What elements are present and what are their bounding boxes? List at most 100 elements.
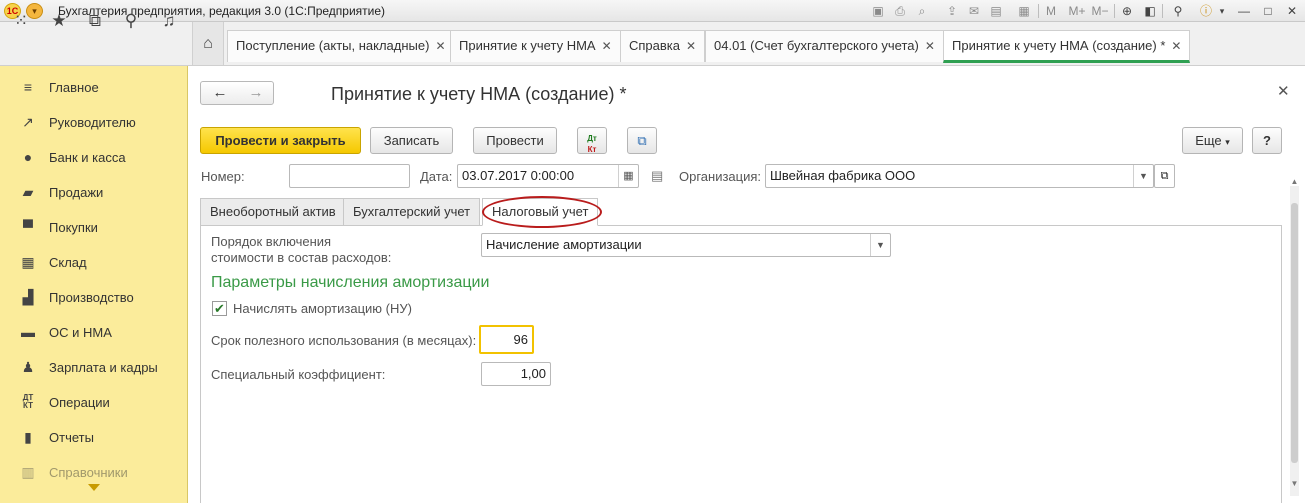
- charge-amortization-checkbox[interactable]: ✔: [212, 301, 227, 316]
- tab-noncurrent-asset[interactable]: Внеоборотный актив: [200, 198, 346, 226]
- structure-icon[interactable]: ⧉: [627, 127, 657, 154]
- save-icon[interactable]: ▣: [870, 3, 886, 19]
- tools-icon[interactable]: ⚲: [1170, 3, 1186, 19]
- close-tab-icon[interactable]: ✕: [686, 39, 696, 53]
- scroll-down-icon[interactable]: ▼: [1289, 480, 1300, 488]
- mail-icon[interactable]: ✉: [966, 3, 982, 19]
- print-icon[interactable]: ⎙: [892, 3, 908, 19]
- preview-icon[interactable]: ⌕: [914, 3, 930, 19]
- close-window-icon[interactable]: ✕: [1284, 3, 1300, 19]
- history-icon[interactable]: ⧉: [84, 10, 106, 32]
- apps-grid-icon[interactable]: ⁙: [10, 10, 32, 32]
- close-tab-icon[interactable]: ✕: [1171, 39, 1181, 53]
- post-button[interactable]: Провести: [473, 127, 557, 154]
- help-button[interactable]: ?: [1252, 127, 1282, 154]
- memory-minus-icon[interactable]: M−: [1090, 3, 1110, 19]
- tab-accounting[interactable]: Бухгалтерский учет: [343, 198, 481, 226]
- memory-m-icon[interactable]: M: [1044, 3, 1058, 19]
- close-tab-icon[interactable]: ✕: [435, 39, 445, 53]
- kt-label: Кт: [587, 145, 597, 154]
- home-icon[interactable]: ⌂: [192, 22, 224, 65]
- dt-kt-movements-button[interactable]: Дт Кт: [577, 127, 607, 154]
- highlight-ellipse: [482, 196, 602, 228]
- more-button[interactable]: Еще ▾: [1182, 127, 1243, 154]
- sidebar-item-main[interactable]: ≡ Главное: [0, 70, 188, 105]
- sidebar-scroll-down-icon[interactable]: [88, 484, 100, 491]
- post-and-close-button[interactable]: Провести и закрыть: [200, 127, 361, 154]
- sidebar-item-purchases[interactable]: ▀ Покупки: [0, 210, 188, 245]
- toolbar-separator: [1038, 4, 1039, 18]
- tab-label: Принятие к учету НМА (создание) *: [952, 38, 1166, 53]
- memory-plus-icon[interactable]: M+: [1066, 3, 1088, 19]
- chevron-down-icon[interactable]: ▼: [1133, 165, 1153, 187]
- export-excel-icon[interactable]: ▤: [988, 3, 1004, 19]
- maximize-icon[interactable]: □: [1260, 3, 1276, 19]
- notifications-bell-icon[interactable]: ♫: [158, 10, 180, 32]
- sidebar-item-assets[interactable]: ▬ ОС и НМА: [0, 315, 188, 350]
- sidebar-item-label: Справочники: [49, 465, 128, 480]
- bar-chart-icon: ▮: [24, 429, 32, 445]
- navigation-buttons: ← →: [200, 81, 274, 105]
- info-dropdown-icon[interactable]: ▾: [1214, 3, 1230, 19]
- favorites-star-icon[interactable]: ★: [48, 10, 70, 32]
- scroll-up-icon[interactable]: ▲: [1289, 178, 1300, 186]
- tab-postuplenie[interactable]: Поступление (акты, накладные) ✕: [227, 30, 455, 62]
- calendar-icon[interactable]: ▦: [1016, 3, 1032, 19]
- minimize-icon[interactable]: —: [1236, 3, 1252, 19]
- zoom-icon[interactable]: ⊕: [1119, 3, 1135, 19]
- dt-label: Дт: [587, 134, 597, 143]
- expense-order-label-line2: стоимости в состав расходов:: [211, 250, 392, 265]
- save-button[interactable]: Записать: [370, 127, 453, 154]
- date-label: Дата:: [420, 169, 453, 184]
- basket-icon: ▀: [23, 219, 33, 235]
- expense-order-select[interactable]: Начисление амортизации ▼: [481, 233, 891, 257]
- special-coefficient-input[interactable]: 1,00: [481, 362, 551, 386]
- sidebar-item-bank[interactable]: ● Банк и касса: [0, 140, 188, 175]
- sidebar-item-production[interactable]: ▟ Производство: [0, 280, 188, 315]
- number-label: Номер:: [201, 169, 245, 184]
- forward-arrow-icon[interactable]: →: [238, 83, 274, 103]
- back-arrow-icon[interactable]: ←: [202, 83, 238, 103]
- useful-life-label: Срок полезного использования (в месяцах)…: [211, 333, 477, 348]
- tab-account-0401[interactable]: 04.01 (Счет бухгалтерского учета) ✕: [705, 30, 944, 62]
- useful-life-input[interactable]: 96: [479, 325, 534, 354]
- truck-icon: ▬: [21, 324, 35, 340]
- charge-amortization-label: Начислять амортизацию (НУ): [233, 301, 412, 316]
- info-icon[interactable]: ⓘ: [1198, 3, 1214, 19]
- sidebar-item-warehouse[interactable]: ▦ Склад: [0, 245, 188, 280]
- sidebar-item-label: Банк и касса: [49, 150, 126, 165]
- toolbar-separator: [1114, 4, 1115, 18]
- sidebar-item-sales[interactable]: ▰ Продажи: [0, 175, 188, 210]
- tab-label: Принятие к учету НМА: [459, 38, 596, 53]
- scrollbar-thumb[interactable]: [1291, 203, 1298, 463]
- open-organization-icon[interactable]: ⧉: [1154, 164, 1175, 188]
- tab-label: Поступление (акты, накладные): [236, 38, 430, 53]
- sidebar-item-reports[interactable]: ▮ Отчеты: [0, 420, 188, 455]
- person-icon: ♟: [21, 359, 35, 375]
- chevron-down-icon[interactable]: ▼: [870, 234, 890, 256]
- date-field[interactable]: 03.07.2017 0:00:00 ▦: [457, 164, 639, 188]
- sidebar-item-label: Покупки: [49, 220, 98, 235]
- sidebar-item-label: Главное: [49, 80, 99, 95]
- factory-icon: ▟: [22, 289, 34, 305]
- close-form-icon[interactable]: ✕: [1277, 82, 1290, 100]
- sidebar-item-manager[interactable]: ↗ Руководителю: [0, 105, 188, 140]
- sidebar-item-label: Отчеты: [49, 430, 94, 445]
- tab-nma-create[interactable]: Принятие к учету НМА (создание) * ✕: [943, 30, 1191, 63]
- tab-label: 04.01 (Счет бухгалтерского учета): [714, 38, 919, 53]
- comment-icon[interactable]: ▤: [651, 168, 663, 184]
- search-icon[interactable]: ⚲: [120, 10, 142, 32]
- organization-field[interactable]: Швейная фабрика ООО ▼: [765, 164, 1154, 188]
- number-field[interactable]: [289, 164, 410, 188]
- calendar-icon[interactable]: ▦: [618, 165, 638, 187]
- coin-icon: ●: [23, 149, 33, 165]
- tab-spravka[interactable]: Справка ✕: [620, 30, 706, 62]
- sidebar-item-salary[interactable]: ♟ Зарплата и кадры: [0, 350, 188, 385]
- panel-icon[interactable]: ◧: [1142, 3, 1158, 19]
- tab-nma-list[interactable]: Принятие к учету НМА ✕: [450, 30, 621, 62]
- sidebar-item-operations[interactable]: ДТ КТ Операции: [0, 385, 188, 420]
- close-tab-icon[interactable]: ✕: [602, 39, 612, 53]
- chevron-down-icon: ▾: [1225, 137, 1230, 147]
- export-icon[interactable]: ⇪: [944, 3, 960, 19]
- close-tab-icon[interactable]: ✕: [925, 39, 935, 53]
